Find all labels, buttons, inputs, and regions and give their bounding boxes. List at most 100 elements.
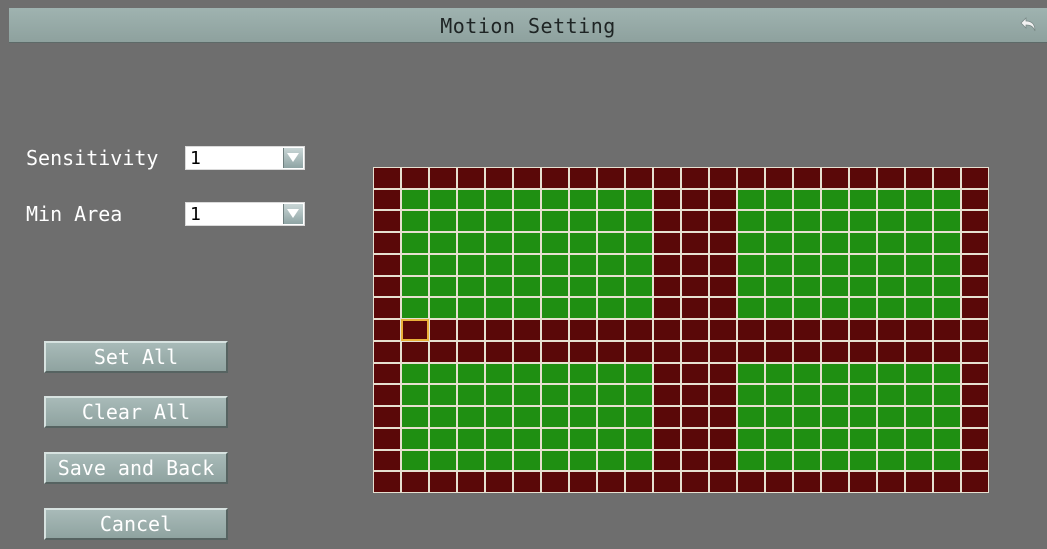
grid-cell[interactable]: [794, 407, 820, 427]
grid-cell[interactable]: [850, 472, 876, 492]
grid-cell[interactable]: [402, 407, 428, 427]
grid-cell[interactable]: [934, 276, 960, 297]
grid-cell[interactable]: [542, 189, 568, 210]
grid-cell[interactable]: [822, 211, 848, 232]
grid-cell[interactable]: [710, 428, 736, 449]
grid-cell[interactable]: [822, 472, 848, 492]
grid-cell[interactable]: [570, 341, 596, 362]
grid-cell[interactable]: [710, 233, 736, 253]
grid-cell[interactable]: [486, 450, 512, 471]
grid-cell[interactable]: [738, 428, 764, 449]
grid-cell[interactable]: [430, 298, 456, 319]
grid-cell[interactable]: [878, 189, 904, 210]
grid-cell[interactable]: [934, 363, 960, 384]
grid-cell[interactable]: [934, 168, 960, 188]
grid-cell[interactable]: [430, 320, 456, 340]
grid-cell[interactable]: [374, 363, 400, 384]
grid-cell[interactable]: [626, 428, 652, 449]
grid-cell[interactable]: [514, 407, 540, 427]
grid-cell[interactable]: [514, 428, 540, 449]
grid-cell[interactable]: [794, 211, 820, 232]
grid-cell[interactable]: [738, 298, 764, 319]
grid-cell[interactable]: [458, 233, 484, 253]
grid-cell[interactable]: [738, 363, 764, 384]
grid-cell[interactable]: [598, 168, 624, 188]
grid-cell[interactable]: [654, 189, 680, 210]
grid-cell[interactable]: [374, 385, 400, 406]
grid-cell[interactable]: [906, 254, 932, 275]
grid-cell[interactable]: [906, 363, 932, 384]
grid-cell[interactable]: [962, 211, 988, 232]
grid-cell[interactable]: [430, 428, 456, 449]
grid-cell[interactable]: [486, 298, 512, 319]
grid-cell[interactable]: [626, 298, 652, 319]
grid-cell[interactable]: [570, 276, 596, 297]
grid-cell[interactable]: [626, 341, 652, 362]
grid-cell[interactable]: [542, 298, 568, 319]
grid-cell[interactable]: [598, 211, 624, 232]
grid-cell[interactable]: [794, 276, 820, 297]
grid-cell[interactable]: [710, 254, 736, 275]
grid-cell[interactable]: [374, 211, 400, 232]
grid-cell[interactable]: [850, 189, 876, 210]
grid-cell[interactable]: [710, 211, 736, 232]
grid-cell[interactable]: [374, 168, 400, 188]
grid-cell[interactable]: [626, 276, 652, 297]
grid-cell[interactable]: [906, 276, 932, 297]
clear-all-button[interactable]: Clear All: [44, 396, 228, 428]
grid-cell[interactable]: [766, 276, 792, 297]
grid-cell[interactable]: [766, 189, 792, 210]
grid-cell[interactable]: [794, 168, 820, 188]
grid-cell[interactable]: [626, 189, 652, 210]
grid-cell[interactable]: [542, 385, 568, 406]
grid-cell[interactable]: [794, 363, 820, 384]
grid-cell[interactable]: [374, 189, 400, 210]
grid-cell[interactable]: [542, 168, 568, 188]
grid-cell[interactable]: [374, 276, 400, 297]
grid-cell[interactable]: [878, 298, 904, 319]
grid-cell[interactable]: [850, 450, 876, 471]
grid-cell[interactable]: [710, 276, 736, 297]
grid-cell[interactable]: [794, 189, 820, 210]
grid-cell[interactable]: [570, 168, 596, 188]
grid-cell[interactable]: [402, 428, 428, 449]
grid-cell[interactable]: [430, 254, 456, 275]
grid-cell[interactable]: [654, 320, 680, 340]
grid-cell[interactable]: [570, 385, 596, 406]
grid-cell[interactable]: [374, 298, 400, 319]
cancel-button[interactable]: Cancel: [44, 508, 228, 540]
grid-cell[interactable]: [430, 407, 456, 427]
grid-cell[interactable]: [570, 189, 596, 210]
grid-cell[interactable]: [402, 233, 428, 253]
grid-cell[interactable]: [542, 363, 568, 384]
grid-cell[interactable]: [766, 211, 792, 232]
grid-cell[interactable]: [738, 341, 764, 362]
grid-cell[interactable]: [934, 211, 960, 232]
grid-cell[interactable]: [654, 341, 680, 362]
grid-cell[interactable]: [402, 189, 428, 210]
grid-cell[interactable]: [458, 320, 484, 340]
chevron-down-icon[interactable]: [283, 148, 303, 168]
grid-cell[interactable]: [906, 298, 932, 319]
grid-cell[interactable]: [654, 363, 680, 384]
grid-cell[interactable]: [598, 320, 624, 340]
grid-cell[interactable]: [934, 385, 960, 406]
grid-cell[interactable]: [626, 211, 652, 232]
grid-cell[interactable]: [766, 363, 792, 384]
grid-cell[interactable]: [766, 233, 792, 253]
grid-cell[interactable]: [850, 211, 876, 232]
grid-cell[interactable]: [570, 472, 596, 492]
grid-cell[interactable]: [486, 320, 512, 340]
grid-cell[interactable]: [962, 407, 988, 427]
grid-cell[interactable]: [570, 320, 596, 340]
grid-cell[interactable]: [626, 450, 652, 471]
grid-cell[interactable]: [598, 450, 624, 471]
grid-cell[interactable]: [682, 298, 708, 319]
grid-cell[interactable]: [514, 450, 540, 471]
grid-cell[interactable]: [906, 233, 932, 253]
grid-cell[interactable]: [682, 276, 708, 297]
grid-cell[interactable]: [374, 450, 400, 471]
grid-cell[interactable]: [458, 450, 484, 471]
grid-cell[interactable]: [626, 254, 652, 275]
grid-cell[interactable]: [374, 428, 400, 449]
